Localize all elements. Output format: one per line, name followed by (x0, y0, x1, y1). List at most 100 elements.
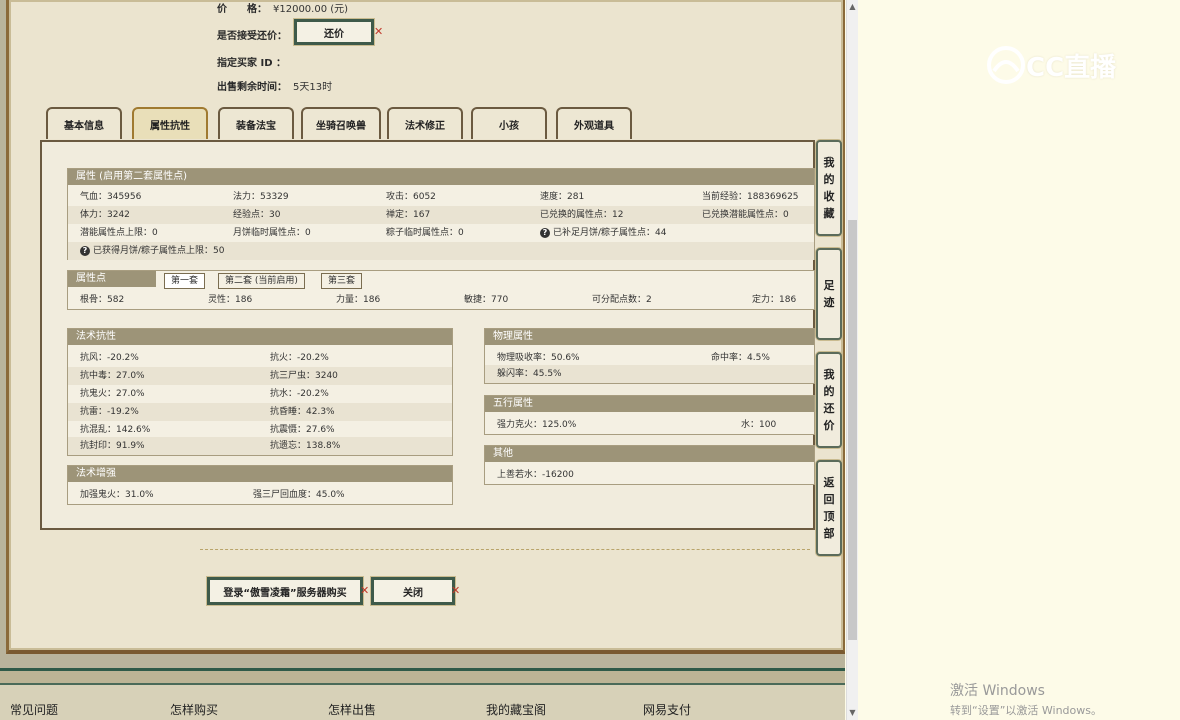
stat-zongzi-temp: 粽子临时属性点：0 (386, 228, 464, 238)
resist-value: 抗三尸虫：3240 (270, 371, 338, 381)
other-section: 其他 上善若水：-16200 (484, 445, 815, 485)
physical-value: 躲闪率：45.5% (497, 369, 562, 379)
boost-header: 法术增强 (68, 466, 452, 482)
five-elements-value: 水：100 (741, 420, 777, 430)
counter-offer-row: 是否接受还价： (217, 27, 287, 42)
my-offers-button[interactable]: 我 的 还 价 (816, 352, 842, 448)
resist-value: 抗雷：-19.2% (80, 407, 139, 417)
tab-child[interactable]: 小孩 (471, 107, 547, 139)
stat-hp: 气血：345956 (80, 192, 142, 202)
tab-basic-info[interactable]: 基本信息 (46, 107, 122, 139)
price-row: 价 格： ¥12000.00 (元) (217, 0, 348, 15)
boost-value: 强三尸回血度：45.0% (253, 490, 345, 500)
login-buy-button[interactable]: 登录“傲雪凌霜”服务器购买 (207, 577, 363, 605)
help-icon[interactable]: ? (80, 246, 90, 256)
stat-points-cap: ? 已获得月饼/粽子属性点上限：50 (80, 242, 225, 260)
points-row: 根骨：582 灵性：186 力量：186 敏捷：770 可分配点数：2 定力：1… (68, 291, 814, 309)
stream-logo: CC直播 (986, 42, 1146, 88)
nav-how-to-buy[interactable]: 怎样购买 (170, 701, 218, 718)
attributes-header: 属性 (启用第二套属性点) (68, 169, 814, 185)
stat-exchanged-potential: 已兑换潜能属性点：0 (702, 210, 789, 220)
attributes-row: 体力：3242 经验点：30 禅定：167 已兑换的属性点：12 已兑换潜能属性… (68, 206, 814, 224)
offers-char: 还 (823, 402, 835, 415)
my-favorites-button[interactable]: 我 的 收 藏 (816, 140, 842, 236)
stat-filled-points: ? 已补足月饼/粽子属性点：44 (540, 224, 667, 242)
offers-char: 我 (823, 368, 835, 381)
footer-nav: 常见问题 怎样购买 怎样出售 我的藏宝阁 网易支付 (0, 668, 845, 720)
nav-netease-pay[interactable]: 网易支付 (643, 701, 691, 718)
top-char: 回 (823, 493, 835, 506)
stat-stamina: 体力：3242 (80, 210, 130, 220)
physical-section: 物理属性 物理吸收率：50.6% 命中率：4.5% 躲闪率：45.5% (484, 328, 815, 384)
resist-value: 抗鬼火：27.0% (80, 389, 145, 399)
scroll-up-icon[interactable]: ▲ (847, 0, 858, 14)
offers-char: 的 (823, 385, 835, 398)
price-label: 价 格： (217, 4, 267, 15)
tab-equipment[interactable]: 装备法宝 (218, 107, 294, 139)
back-to-top-button[interactable]: 返 回 顶 部 (816, 460, 842, 556)
resist-row: 抗雷：-19.2% 抗昏睡：42.3% (68, 403, 452, 421)
help-icon[interactable]: ? (540, 228, 550, 238)
scroll-down-icon[interactable]: ▼ (847, 706, 858, 720)
close-icon: ✕ (374, 25, 384, 38)
stat-potential-cap: 潜能属性点上限：0 (80, 228, 158, 238)
resist-row: 抗中毒：27.0% 抗三尸虫：3240 (68, 367, 452, 385)
resist-header: 法术抗性 (68, 329, 452, 345)
filled-points-text: 已补足月饼/粽子属性点：44 (553, 228, 667, 238)
attributes-note-row: ? 已获得月饼/粽子属性点上限：50 (68, 242, 814, 260)
resist-row: 抗封印：91.9% 抗遗忘：138.8% (68, 437, 452, 455)
other-row: 上善若水：-16200 (485, 466, 814, 484)
boost-section: 法术增强 加强鬼火：31.0% 强三尸回血度：45.0% (67, 465, 453, 505)
nav-faq[interactable]: 常见问题 (10, 701, 58, 718)
nav-my-treasure[interactable]: 我的藏宝阁 (486, 701, 546, 718)
tab-appearance-items[interactable]: 外观道具 (556, 107, 632, 139)
stat-meditation: 禅定：167 (386, 210, 431, 220)
cc-logo-icon (987, 46, 1025, 84)
counter-offer-label: 是否接受还价： (217, 31, 287, 42)
subtab-set-2[interactable]: 第二套 (当前启用) (218, 273, 305, 289)
top-char: 部 (823, 527, 835, 540)
remaining-label: 出售剩余时间： (217, 82, 287, 93)
windows-activation-title: 激活 Windows (950, 683, 1045, 699)
tab-mounts-pets[interactable]: 坐骑召唤兽 (301, 107, 381, 139)
close-button[interactable]: 关闭 (371, 577, 455, 605)
attributes-section: 属性 (启用第二套属性点) 气血：345956 法力：53329 攻击：6052… (67, 168, 815, 260)
tab-attributes-resist[interactable]: 属性抗性 (132, 107, 208, 139)
scroll-thumb[interactable] (848, 220, 857, 640)
nav-how-to-sell[interactable]: 怎样出售 (328, 701, 376, 718)
buyer-id-label: 指定买家 ID ： (217, 58, 286, 69)
footprints-button[interactable]: 足 迹 (816, 248, 842, 340)
points-cap-text: 已获得月饼/粽子属性点上限：50 (93, 246, 225, 256)
physical-header: 物理属性 (485, 329, 814, 345)
favorites-char: 我 (823, 156, 835, 169)
points-section: 属性点 第一套 第二套 (当前启用) 第三套 根骨：582 灵性：186 力量：… (67, 270, 815, 310)
page-scrollbar[interactable]: ▲ ▼ (846, 0, 858, 720)
subtab-set-1[interactable]: 第一套 (164, 273, 206, 289)
subtab-set-3[interactable]: 第三套 (321, 273, 363, 289)
top-char: 顶 (823, 510, 835, 523)
attributes-row: 潜能属性点上限：0 月饼临时属性点：0 粽子临时属性点：0 ? 已补足月饼/粽子属… (68, 224, 814, 242)
other-value: 上善若水：-16200 (497, 470, 574, 480)
resist-row: 抗鬼火：27.0% 抗水：-20.2% (68, 385, 452, 403)
tab-spell-correction[interactable]: 法术修正 (387, 107, 463, 139)
close-icon: ✕ (451, 584, 461, 597)
top-char: 返 (823, 476, 835, 489)
stat-exp: 当前经验：188369625 (702, 192, 799, 202)
stat-speed: 速度：281 (540, 192, 585, 202)
footer-band (0, 671, 845, 685)
resist-value: 抗封印：91.9% (80, 441, 145, 451)
resist-row: 抗风：-20.2% 抗火：-20.2% (68, 349, 452, 367)
remaining-time-row: 出售剩余时间： 5天13时 (217, 78, 332, 93)
tab-content: 属性 (启用第二套属性点) 气血：345956 法力：53329 攻击：6052… (40, 140, 815, 530)
five-elements-row: 强力克火：125.0% 水：100 (485, 416, 814, 434)
counter-offer-button[interactable]: 还价 (294, 19, 374, 45)
resist-value: 抗火：-20.2% (270, 353, 329, 363)
five-elements-section: 五行属性 强力克火：125.0% 水：100 (484, 395, 815, 435)
attributes-row: 气血：345956 法力：53329 攻击：6052 速度：281 当前经验：1… (68, 188, 814, 206)
resist-value: 抗风：-20.2% (80, 353, 139, 363)
point-constitution: 根骨：582 (80, 295, 125, 305)
logo-text: CC直播 (1026, 52, 1117, 83)
points-header: 属性点 (68, 271, 156, 287)
point-endurance: 定力：186 (752, 295, 797, 305)
point-unassigned: 可分配点数：2 (592, 295, 652, 305)
